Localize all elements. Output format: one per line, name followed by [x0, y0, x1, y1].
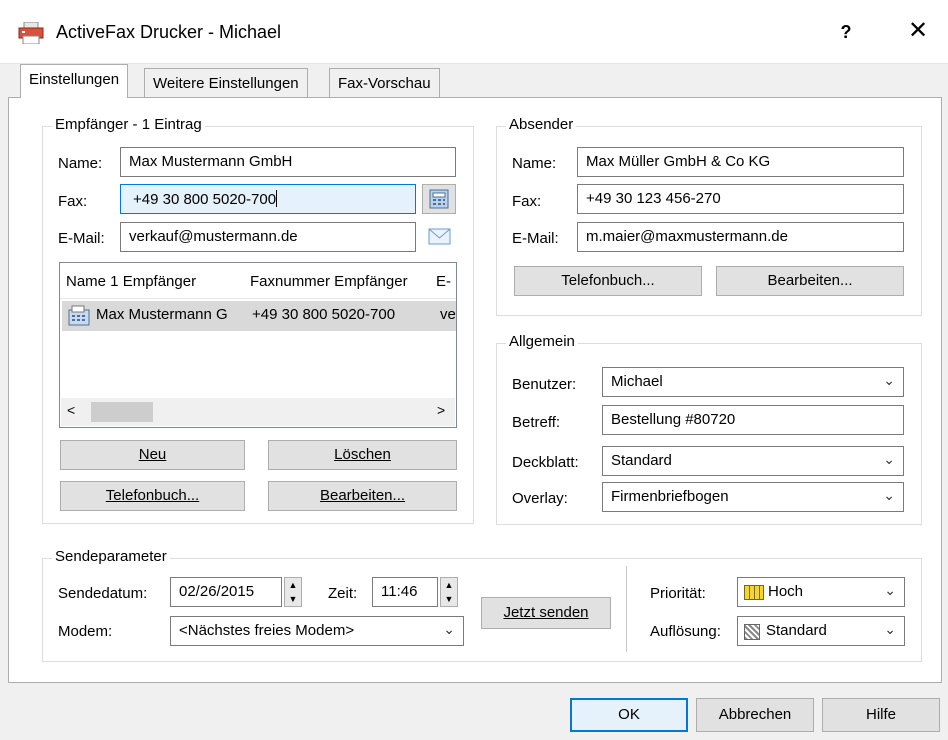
- time-input[interactable]: 11:46: [372, 577, 438, 607]
- new-label: Neu: [138, 446, 167, 463]
- user-select[interactable]: Michael ⌄: [602, 367, 904, 397]
- scroll-thumb[interactable]: [91, 402, 153, 422]
- phonebook-label: Telefonbuch...: [105, 487, 200, 504]
- sender-legend: Absender: [506, 116, 577, 133]
- priority-high-icon: [744, 585, 764, 600]
- cover-value: Standard: [611, 452, 672, 469]
- priority-select[interactable]: Hoch ⌄: [737, 577, 905, 607]
- send-legend: Sendeparameter: [52, 548, 170, 565]
- chevron-down-icon: ⌄: [883, 451, 895, 467]
- recipient-name-label: Name:: [58, 155, 103, 172]
- sender-name-label: Name:: [512, 155, 557, 172]
- delete-label: Löschen: [334, 446, 391, 463]
- spin-down-icon[interactable]: ▼: [441, 592, 457, 606]
- resolution-value: Standard: [766, 622, 827, 639]
- new-recipient-button[interactable]: Neu: [60, 440, 245, 470]
- sender-phonebook-button[interactable]: Telefonbuch...: [514, 266, 702, 296]
- resolution-select[interactable]: Standard ⌄: [737, 616, 905, 646]
- time-spinner[interactable]: ▲ ▼: [440, 577, 458, 607]
- priority-value: Hoch: [768, 583, 804, 600]
- sender-name-input[interactable]: Max Müller GmbH & Co KG: [577, 147, 904, 177]
- resolution-label: Auflösung:: [650, 623, 721, 640]
- sender-email-label: E-Mail:: [512, 230, 559, 247]
- tab-weitere-einstellungen[interactable]: Weitere Einstellungen: [144, 68, 308, 98]
- list-row[interactable]: Max Mustermann G +49 30 800 5020-700 ve: [62, 301, 456, 331]
- title-bar: ActiveFax Drucker - Michael ? ✕: [0, 0, 948, 64]
- sender-email-input[interactable]: m.maier@maxmustermann.de: [577, 222, 904, 252]
- recipient-list[interactable]: Name 1 Empfänger Faxnummer Empfänger E- …: [59, 262, 457, 428]
- scroll-left-icon[interactable]: <: [67, 402, 75, 418]
- recipient-email-input[interactable]: verkauf@mustermann.de: [120, 222, 416, 252]
- general-legend: Allgemein: [506, 333, 578, 350]
- divider: [626, 566, 627, 652]
- ok-button[interactable]: OK: [570, 698, 688, 732]
- help-button[interactable]: Hilfe: [822, 698, 940, 732]
- recipient-email-label: E-Mail:: [58, 230, 105, 247]
- subject-input[interactable]: Bestellung #80720: [602, 405, 904, 435]
- recipient-legend: Empfänger - 1 Eintrag: [52, 116, 205, 133]
- overlay-value: Firmenbriefbogen: [611, 488, 729, 505]
- date-input[interactable]: 02/26/2015: [170, 577, 282, 607]
- fax-phonebook-button[interactable]: [422, 184, 456, 214]
- overlay-select[interactable]: Firmenbriefbogen ⌄: [602, 482, 904, 512]
- modem-label: Modem:: [58, 623, 113, 640]
- modem-value: <Nächstes freies Modem>: [179, 622, 355, 639]
- chevron-down-icon: ⌄: [883, 487, 895, 503]
- chevron-down-icon: ⌄: [884, 582, 896, 598]
- envelope-icon[interactable]: [428, 226, 452, 252]
- list-header: Name 1 Empfänger Faxnummer Empfänger E-: [60, 263, 456, 299]
- modem-select[interactable]: <Nächstes freies Modem> ⌄: [170, 616, 464, 646]
- sender-edit-button[interactable]: Bearbeiten...: [716, 266, 904, 296]
- recipient-fax-input[interactable]: +49 30 800 5020-700: [120, 184, 416, 214]
- user-label: Benutzer:: [512, 376, 577, 393]
- cancel-button[interactable]: Abbrechen: [696, 698, 814, 732]
- row-name: Max Mustermann G: [96, 306, 228, 323]
- priority-label: Priorität:: [650, 585, 706, 602]
- subject-label: Betreff:: [512, 414, 561, 431]
- column-fax[interactable]: Faxnummer Empfänger: [250, 273, 408, 290]
- send-now-button[interactable]: Jetzt senden: [481, 597, 611, 629]
- row-email: ve: [440, 306, 456, 323]
- recipient-phonebook-button[interactable]: Telefonbuch...: [60, 481, 245, 511]
- chevron-down-icon: ⌄: [884, 621, 896, 637]
- cover-select[interactable]: Standard ⌄: [602, 446, 904, 476]
- fax-machine-icon: [429, 189, 449, 209]
- recipient-fax-label: Fax:: [58, 193, 88, 210]
- column-email[interactable]: E-: [436, 273, 451, 290]
- column-name[interactable]: Name 1 Empfänger: [66, 273, 196, 290]
- tab-einstellungen[interactable]: Einstellungen: [20, 64, 129, 98]
- delete-recipient-button[interactable]: Löschen: [268, 440, 457, 470]
- sender-fax-input[interactable]: +49 30 123 456-270: [577, 184, 904, 214]
- chevron-down-icon: ⌄: [883, 372, 895, 388]
- help-title-button[interactable]: ?: [828, 16, 864, 48]
- scroll-right-icon[interactable]: >: [437, 402, 445, 418]
- tab-fax-vorschau[interactable]: Fax-Vorschau: [329, 68, 440, 98]
- sender-fax-label: Fax:: [512, 193, 542, 210]
- recipient-fax-value: +49 30 800 5020-700: [133, 191, 277, 208]
- spin-up-icon[interactable]: ▲: [441, 578, 457, 592]
- recipient-name-input[interactable]: Max Mustermann GmbH: [120, 147, 456, 177]
- text-cursor: [276, 190, 278, 207]
- user-value: Michael: [611, 373, 663, 390]
- fax-entry-icon: [68, 305, 90, 326]
- spin-up-icon[interactable]: ▲: [285, 578, 301, 592]
- fax-printer-icon: [18, 22, 44, 44]
- chevron-down-icon: ⌄: [443, 621, 455, 637]
- cover-label: Deckblatt:: [512, 454, 579, 471]
- close-button[interactable]: ✕: [898, 14, 938, 48]
- edit-label: Bearbeiten...: [319, 487, 406, 504]
- horizontal-scrollbar[interactable]: < >: [61, 398, 455, 426]
- spin-down-icon[interactable]: ▼: [285, 592, 301, 606]
- recipient-edit-button[interactable]: Bearbeiten...: [268, 481, 457, 511]
- overlay-label: Overlay:: [512, 490, 568, 507]
- time-label: Zeit:: [328, 585, 358, 602]
- date-spinner[interactable]: ▲ ▼: [284, 577, 302, 607]
- window-title: ActiveFax Drucker - Michael: [56, 22, 282, 42]
- date-label: Sendedatum:: [58, 585, 148, 602]
- resolution-icon: [744, 624, 760, 640]
- row-fax: +49 30 800 5020-700: [252, 306, 396, 323]
- send-now-label: Jetzt senden: [503, 604, 589, 621]
